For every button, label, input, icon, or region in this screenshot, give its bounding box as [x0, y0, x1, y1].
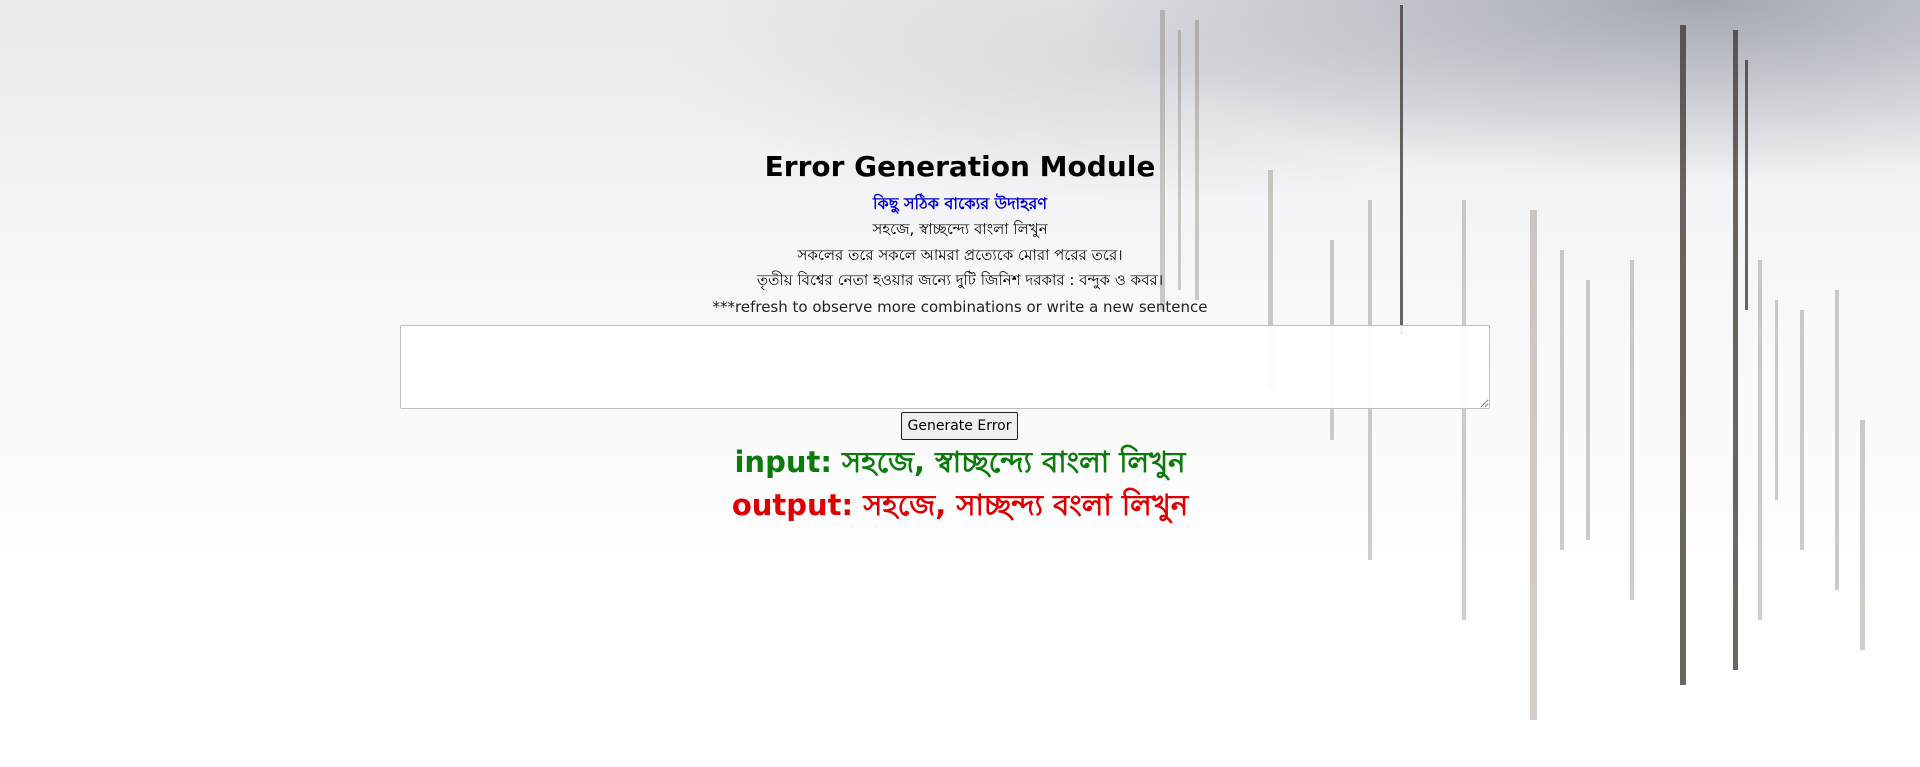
output-text: সহজে, সাচ্ছন্দ্য বংলা লিখুন	[863, 488, 1189, 522]
examples-heading: কিছু সঠিক বাক্যের উদাহরণ	[872, 194, 1048, 213]
output-label: output:	[731, 488, 854, 522]
example-sentence: সহজে, স্বাচ্ছন্দ্যে বাংলা লিখুন	[872, 220, 1048, 238]
example-sentence: সকলের তরে সকলে আমরা প্রত্যেকে মোরা পরের …	[797, 246, 1123, 264]
input-label: input:	[734, 445, 832, 479]
page-title: Error Generation Module	[764, 150, 1156, 183]
refresh-note: ***refresh to observe more combinations …	[712, 298, 1208, 316]
example-sentence: তৃতীয় বিশ্বের নেতা হওয়ার জন্যে দুটি জি…	[756, 271, 1164, 289]
input-text: সহজে, স্বাচ্ছন্দ্যে বাংলা লিখুন	[842, 445, 1186, 479]
input-result: input: সহজে, স্বাচ্ছন্দ্যে বাংলা লিখুন	[0, 440, 1920, 489]
output-result: output: সহজে, সাচ্ছন্দ্য বংলা লিখুন	[0, 483, 1920, 532]
generate-error-button[interactable]: Generate Error	[901, 412, 1018, 440]
sentence-input[interactable]	[400, 325, 1490, 409]
